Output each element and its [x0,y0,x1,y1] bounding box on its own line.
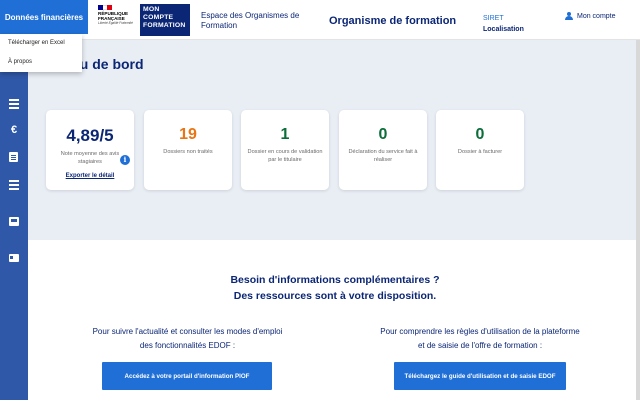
resources-heading-line2: Des ressources sont à votre disposition. [233,290,437,302]
card-to-invoice[interactable]: 0 Dossier à facturer [436,110,524,190]
page-scrollbar[interactable] [636,40,640,400]
clipboard-icon[interactable] [9,152,18,162]
mcf-line1: MON [143,6,160,13]
resources-heading-line1: Besoin d'informations complémentaires ? [230,274,440,286]
finance-dropdown-menu: Télécharger en Excel À propos [0,34,82,72]
siret-block: SIRET Localisation [483,13,524,35]
export-detail-link[interactable]: Exporter le détail [46,173,134,179]
card-untreated-files[interactable]: 19 Dossiers non traités [144,110,232,190]
card-average-rating: 4,89/5 Note moyenne des avis stagiaires … [46,110,134,190]
card-label: Dossier à facturer [457,149,503,155]
euro-icon[interactable]: € [9,125,19,136]
id-card-icon[interactable] [9,254,19,262]
account-menu[interactable]: Mon compte [565,12,616,20]
organisation-title: Organisme de formation [329,15,457,27]
republique-francaise-logo: RÉPUBLIQUE FRANÇAISE Liberté Égalité Frat… [98,5,134,35]
french-flag-icon [98,5,113,10]
menu-item-about[interactable]: À propos [0,53,82,72]
siret-label: SIRET [483,15,504,22]
account-label: Mon compte [577,12,616,20]
localisation-label: Localisation [483,26,524,33]
resources-heading: Besoin d'informations complémentaires ? … [200,272,470,304]
mon-compte-formation-logo[interactable]: MON COMPTE FORMATION [140,4,190,36]
card-value: 4,89/5 [66,126,114,145]
piof-description: Pour suivre l'actualité et consulter les… [92,327,283,350]
mcf-line2: COMPTE [143,14,174,21]
user-icon [565,12,573,20]
rf-devise: Liberté Égalité Fraternité [98,21,133,25]
card-label: Déclaration du service fait à réaliser [348,149,418,163]
card-value: 1 [280,126,290,143]
card-label: Dossier en cours de validation par le ti… [247,149,323,163]
card-value: 0 [475,126,485,143]
card-service-declaration[interactable]: 0 Déclaration du service fait à réaliser [339,110,427,190]
card-value: 0 [378,126,388,143]
finance-data-button[interactable]: Données financières [0,0,88,34]
sidebar: € [0,40,28,400]
dashboard-title: au de bord [72,56,144,72]
piof-portal-button[interactable]: Accédez à votre portail d'information PI… [102,362,272,390]
top-header: Données financières RÉPUBLIQUE FRANÇAISE … [0,0,640,40]
card-pending-validation[interactable]: 1 Dossier en cours de validation par le … [241,110,329,190]
card-value: 19 [179,126,197,143]
list-icon[interactable] [9,99,19,109]
info-icon[interactable]: i [120,155,130,165]
guide-description: Pour comprendre les règles d'utilisation… [380,327,580,350]
card-label: Dossiers non traités [163,149,213,155]
menu-item-download-excel[interactable]: Télécharger en Excel [0,34,82,53]
rows-icon[interactable] [9,180,19,190]
inbox-icon[interactable] [9,217,19,226]
eof-title: Espace des Organismes de Formation [201,11,300,30]
mcf-line3: FORMATION [143,22,186,29]
download-guide-button[interactable]: Téléchargez le guide d'utilisation et de… [394,362,566,390]
